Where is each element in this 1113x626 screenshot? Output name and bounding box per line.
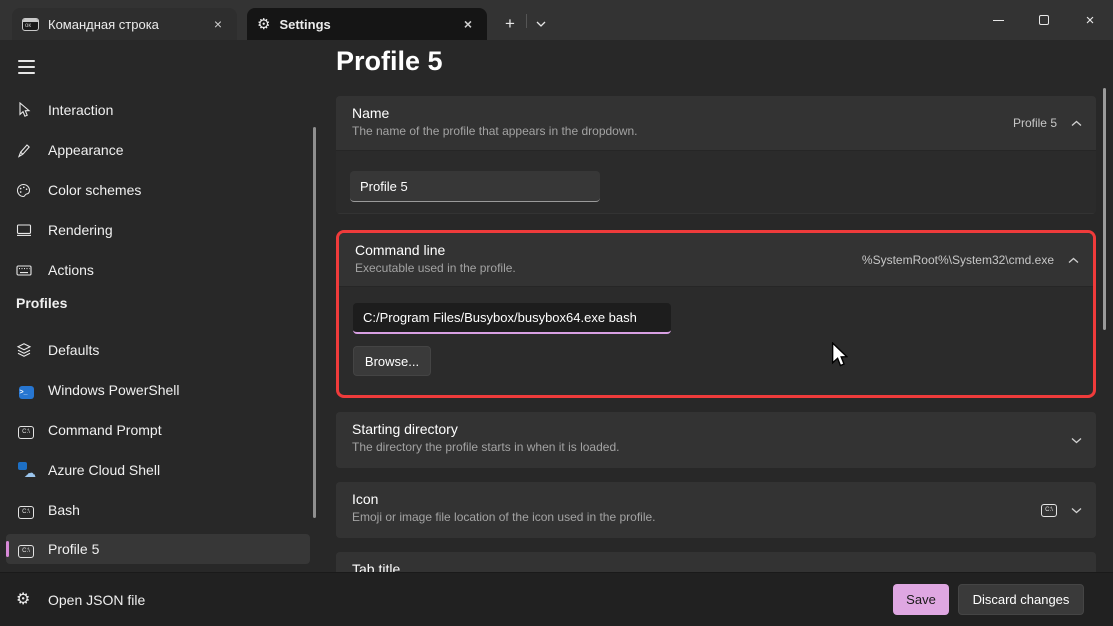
settings-footer: ⚙ Open JSON file Save Discard changes: [0, 572, 1113, 626]
chevron-down-icon: [1071, 437, 1082, 444]
cmd-window-icon: [22, 18, 39, 31]
cmd-icon: C:\: [16, 421, 36, 439]
chevron-down-icon: [536, 21, 546, 27]
powershell-icon: >_: [16, 382, 36, 399]
command-line-expander-header[interactable]: Command line Executable used in the prof…: [339, 233, 1093, 286]
sidebar-item-bash[interactable]: C:\ Bash: [6, 496, 310, 524]
name-expander-header[interactable]: Name The name of the profile that appear…: [336, 96, 1096, 150]
cmd-icon: C:\: [16, 501, 36, 519]
chevron-up-icon: [1071, 120, 1082, 127]
discard-changes-button[interactable]: Discard changes: [958, 584, 1084, 615]
maximize-icon: [1039, 15, 1049, 25]
tab-label: Settings: [279, 17, 450, 32]
icon-expander-header[interactable]: Icon Emoji or image file location of the…: [336, 482, 1096, 538]
command-line-expander-content: Browse...: [339, 286, 1093, 387]
close-window-button[interactable]: ×: [1067, 0, 1113, 40]
page-title: Profile 5: [336, 46, 443, 77]
sidebar-item-defaults[interactable]: Defaults: [6, 336, 310, 364]
name-input[interactable]: [350, 171, 600, 202]
section-title: Name: [352, 105, 1080, 121]
minimize-button[interactable]: [975, 0, 1021, 40]
sidebar-item-windows-powershell[interactable]: >_ Windows PowerShell: [6, 376, 310, 404]
section-value: %SystemRoot%\System32\cmd.exe: [862, 253, 1054, 267]
starting-directory-expander-header[interactable]: Starting directory The directory the pro…: [336, 412, 1096, 468]
tab-bar: Командная строка × ⚙ Settings × + ×: [0, 0, 1113, 40]
starting-directory-section: Starting directory The directory the pro…: [336, 412, 1096, 468]
chevron-down-icon: [1071, 507, 1082, 514]
profiles-section-header: Profiles: [16, 295, 67, 311]
sidebar-item-actions[interactable]: Actions: [6, 256, 310, 284]
open-json-label: Open JSON file: [48, 592, 145, 608]
gear-icon: ⚙: [16, 592, 30, 608]
windows-terminal-settings-window: Командная строка × ⚙ Settings × + ×: [0, 0, 1113, 626]
new-tab-button[interactable]: +: [495, 10, 525, 38]
section-title: Tab title: [352, 561, 1080, 572]
section-title: Icon: [352, 491, 1080, 507]
hamburger-menu-button[interactable]: [8, 52, 44, 82]
section-title: Starting directory: [352, 421, 1080, 437]
body-area: Interaction Appearance Color schemes Ren…: [0, 40, 1113, 572]
icon-section: Icon Emoji or image file location of the…: [336, 482, 1096, 538]
minimize-icon: [993, 20, 1004, 21]
section-description: Emoji or image file location of the icon…: [352, 510, 1080, 524]
save-button[interactable]: Save: [893, 584, 949, 615]
tab-title-section: Tab title: [336, 552, 1096, 572]
palette-icon: [16, 183, 36, 198]
cursor-icon: [16, 102, 36, 118]
gear-icon: ⚙: [257, 17, 270, 32]
command-line-input[interactable]: [353, 303, 671, 334]
name-expander-content: [336, 150, 1096, 213]
close-tab-icon[interactable]: ×: [209, 15, 227, 33]
tab-settings[interactable]: ⚙ Settings ×: [247, 8, 487, 40]
chevron-up-icon: [1068, 257, 1079, 264]
cmd-icon: C:\: [1041, 504, 1057, 517]
name-section: Name The name of the profile that appear…: [336, 96, 1096, 214]
sidebar-item-azure-cloud-shell[interactable]: ☁ Azure Cloud Shell: [6, 456, 310, 484]
command-line-section: Command line Executable used in the prof…: [336, 230, 1096, 398]
content-scrollbar[interactable]: [1103, 88, 1106, 330]
tab-label: Командная строка: [48, 17, 200, 32]
sidebar-item-command-prompt[interactable]: C:\ Command Prompt: [6, 416, 310, 444]
section-description: The name of the profile that appears in …: [352, 124, 1080, 138]
layers-icon: [16, 342, 36, 358]
sidebar-item-rendering[interactable]: Rendering: [6, 216, 310, 244]
maximize-button[interactable]: [1021, 0, 1067, 40]
close-tab-icon[interactable]: ×: [459, 15, 477, 33]
section-description: The directory the profile starts in when…: [352, 440, 1080, 454]
window-controls: ×: [975, 0, 1113, 40]
sidebar-item-color-schemes[interactable]: Color schemes: [6, 176, 310, 204]
settings-sidebar: Interaction Appearance Color schemes Ren…: [0, 40, 316, 572]
mouse-cursor: [831, 342, 848, 368]
tab-dropdown-button[interactable]: [527, 10, 555, 38]
sidebar-item-appearance[interactable]: Appearance: [6, 136, 310, 164]
sidebar-item-profile-5[interactable]: C:\ Profile 5: [6, 534, 310, 564]
paintbrush-icon: [16, 143, 36, 158]
settings-main-panel: Profile 5 Name The name of the profile t…: [316, 40, 1113, 572]
sidebar-item-interaction[interactable]: Interaction: [6, 96, 310, 124]
tab-command-prompt[interactable]: Командная строка ×: [12, 8, 237, 40]
cmd-icon: C:\: [16, 540, 36, 558]
browse-button[interactable]: Browse...: [353, 346, 431, 376]
section-value: Profile 5: [1013, 116, 1057, 130]
monitor-icon: [16, 223, 36, 237]
selection-indicator: [6, 541, 9, 557]
keyboard-icon: [16, 264, 36, 277]
tab-title-expander-header[interactable]: Tab title: [336, 552, 1096, 572]
azure-cloud-icon: ☁: [16, 462, 36, 478]
